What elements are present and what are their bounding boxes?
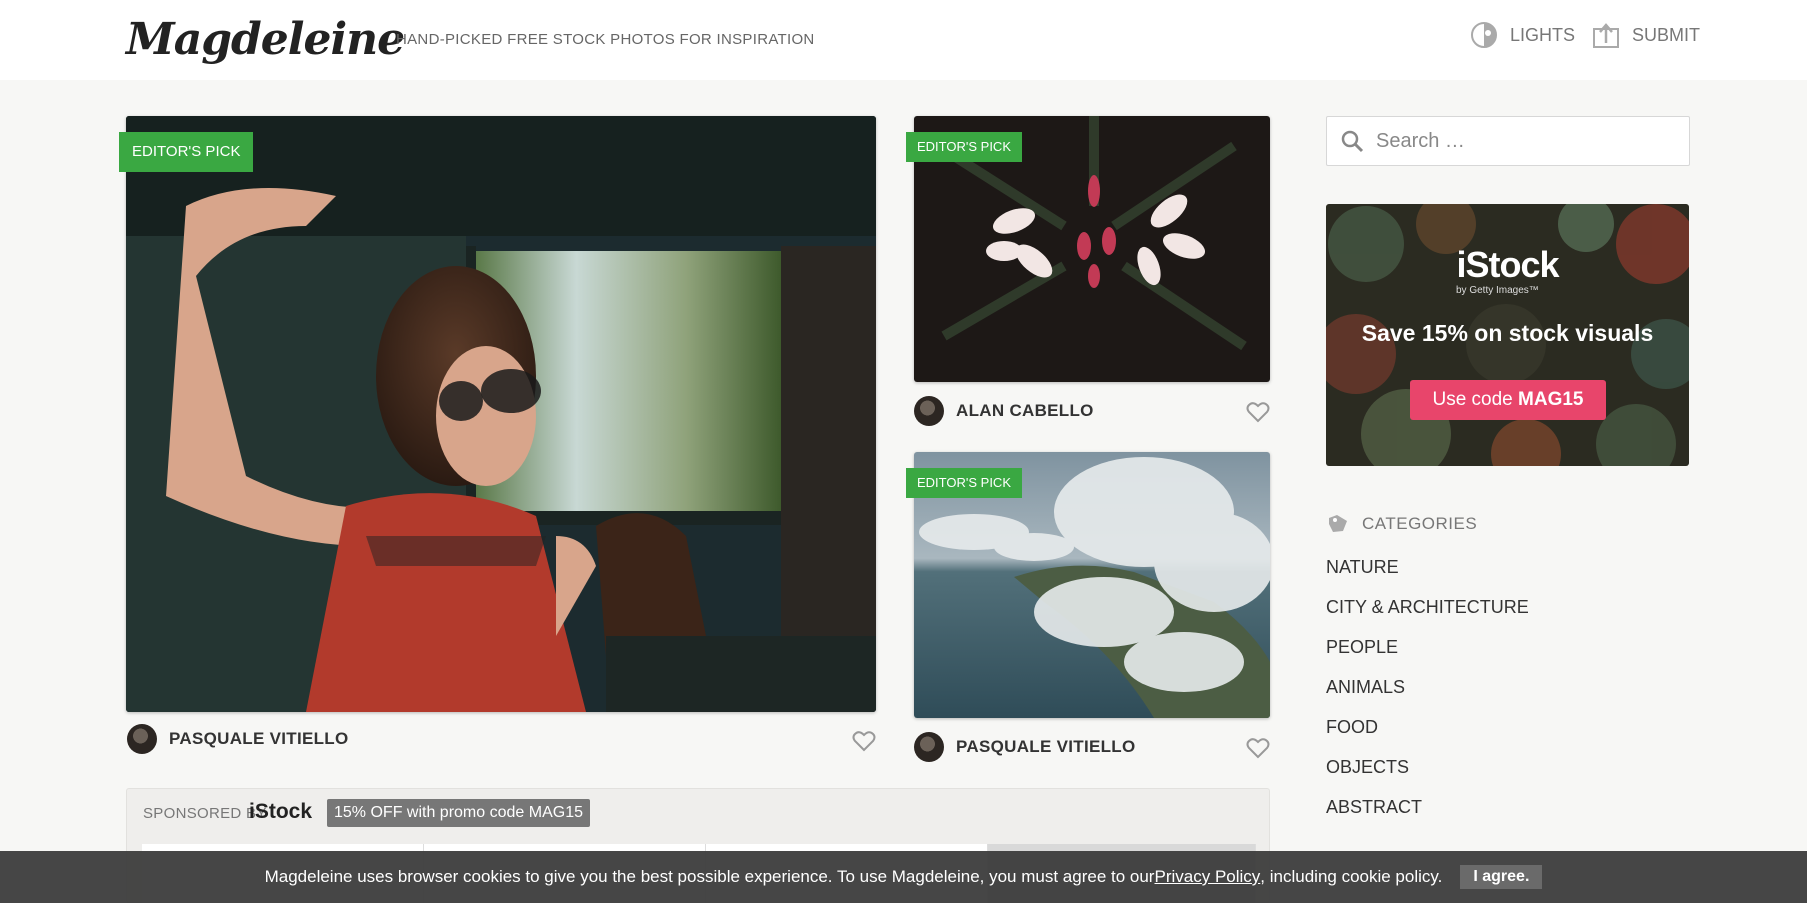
- author-name: PASQUALE VITIELLO: [956, 737, 1136, 756]
- categories-heading: CATEGORIES: [1326, 512, 1477, 536]
- category-link[interactable]: OBJECTS: [1326, 757, 1529, 797]
- editors-pick-badge: EDITOR'S PICK: [906, 132, 1022, 162]
- upload-icon: [1593, 23, 1619, 48]
- site-tagline: HAND-PICKED FREE STOCK PHOTOS FOR INSPIR…: [396, 31, 815, 48]
- category-link[interactable]: NATURE: [1326, 557, 1529, 597]
- author-name: ALAN CABELLO: [956, 401, 1094, 420]
- categories-title: CATEGORIES: [1362, 514, 1478, 533]
- ad-istock-logo: iStock: [1456, 244, 1559, 285]
- site-logo[interactable]: Magdeleine: [126, 14, 405, 65]
- category-link[interactable]: FOOD: [1326, 717, 1529, 757]
- ad-headline: Save 15% on stock visuals: [1361, 320, 1654, 346]
- ad-getty-subtitle: by Getty Images™: [1456, 285, 1539, 296]
- istock-logo[interactable]: iStock: [249, 800, 312, 824]
- submit-label: SUBMIT: [1632, 24, 1701, 45]
- author-name: PASQUALE VITIELLO: [169, 729, 349, 748]
- editors-pick-badge: EDITOR'S PICK: [119, 132, 254, 172]
- categories-list: NATURE CITY & ARCHITECTURE PEOPLE ANIMAL…: [1326, 557, 1529, 837]
- tag-icon: [1329, 515, 1347, 532]
- promo-badge[interactable]: 15% OFF with promo code MAG15: [327, 799, 590, 827]
- editors-pick-badge: EDITOR'S PICK: [906, 468, 1022, 498]
- author-avatar: [127, 724, 157, 754]
- search-input[interactable]: [1376, 129, 1676, 153]
- ad-cta-code: MAG15: [1518, 389, 1584, 410]
- ad-cta-button[interactable]: Use code MAG15: [1410, 380, 1606, 420]
- cookie-text: Magdeleine uses browser cookies to give …: [264, 867, 1155, 886]
- istock-ad-banner[interactable]: iStock by Getty Images™ Save 15% on stoc…: [1326, 204, 1689, 466]
- lights-label: LIGHTS: [1510, 24, 1576, 45]
- heart-icon[interactable]: [852, 730, 876, 752]
- category-link[interactable]: CITY & ARCHITECTURE: [1326, 597, 1529, 637]
- cookie-agree-button[interactable]: I agree.: [1460, 865, 1543, 889]
- photo-author[interactable]: PASQUALE VITIELLO: [914, 732, 1136, 762]
- search-box[interactable]: [1326, 116, 1690, 166]
- cookie-banner: Magdeleine uses browser cookies to give …: [0, 851, 1807, 903]
- privacy-policy-link[interactable]: Privacy Policy: [1154, 867, 1260, 887]
- heart-icon[interactable]: [1246, 401, 1270, 423]
- ad-cta-prefix: Use code: [1432, 389, 1519, 410]
- category-link[interactable]: PEOPLE: [1326, 637, 1529, 677]
- author-avatar: [914, 396, 944, 426]
- submit-button[interactable]: SUBMIT: [1592, 20, 1700, 50]
- site-header: Magdeleine HAND-PICKED FREE STOCK PHOTOS…: [0, 0, 1807, 80]
- category-link[interactable]: ANIMALS: [1326, 677, 1529, 717]
- lights-toggle-button[interactable]: LIGHTS: [1470, 20, 1575, 50]
- lights-icon: [1471, 22, 1497, 48]
- heart-icon[interactable]: [1246, 737, 1270, 759]
- photo-card-woman-in-car[interactable]: [126, 116, 876, 712]
- cookie-text-end: , including cookie policy.: [1260, 867, 1443, 886]
- photo-author[interactable]: PASQUALE VITIELLO: [127, 724, 349, 754]
- category-link[interactable]: ABSTRACT: [1326, 797, 1529, 837]
- author-avatar: [914, 732, 944, 762]
- search-icon: [1341, 130, 1364, 153]
- photo-woman-in-car: [126, 116, 876, 712]
- photo-author[interactable]: ALAN CABELLO: [914, 396, 1094, 426]
